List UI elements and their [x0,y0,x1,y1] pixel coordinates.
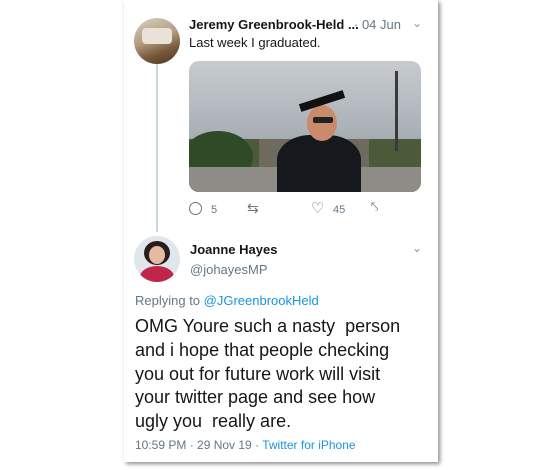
avatar[interactable] [134,236,180,282]
author-name[interactable]: Joanne Hayes [190,242,277,257]
thread-connector-line [156,62,158,232]
chevron-down-icon[interactable]: ⌄ [412,241,422,255]
tweet-photo[interactable] [189,61,421,192]
reply-icon[interactable] [189,202,202,215]
time-date[interactable]: 10:59 PM · 29 Nov 19 · [135,438,262,452]
tweet-date[interactable]: · 04 Jun [354,17,401,32]
tweet-timestamp: 10:59 PM · 29 Nov 19 · Twitter for iPhon… [135,438,356,452]
replying-prefix: Replying to [135,293,204,308]
chevron-down-icon[interactable]: ⌄ [412,16,422,30]
replying-to: Replying to @JGreenbrookHeld [135,293,319,308]
retweet-icon[interactable]: ⇆ [247,200,259,217]
share-icon[interactable]: ⤣ [371,199,378,215]
tweet-text: OMG Youre such a nasty person and i hope… [135,316,401,432]
replying-handle-link[interactable]: @JGreenbrookHeld [204,293,319,308]
author-name[interactable]: Jeremy Greenbrook-Held ... [189,17,359,32]
reply-count: 5 [211,204,218,216]
avatar[interactable] [134,18,180,64]
tweet-text: Last week I graduated. [189,35,321,50]
heart-icon[interactable]: ♡ [311,199,324,217]
like-count: 45 [333,204,346,216]
source-link[interactable]: Twitter for iPhone [262,438,355,452]
author-handle[interactable]: @johayesMP [190,262,268,277]
